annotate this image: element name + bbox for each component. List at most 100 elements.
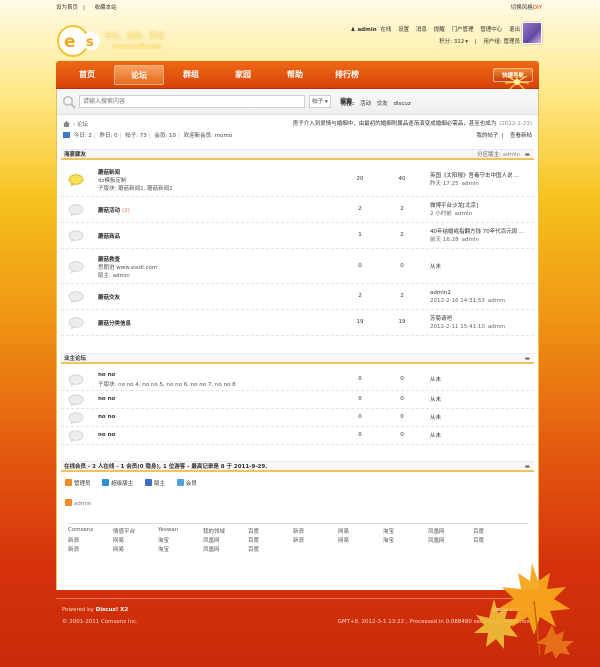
collapse-icon[interactable]: ▬ — [525, 462, 530, 473]
search-scope-select[interactable]: 帖子 ▾ — [309, 95, 331, 108]
friend-link[interactable]: 百度 — [473, 536, 518, 545]
user-link-portal-admin[interactable]: 门户管理 — [451, 27, 473, 33]
friend-link[interactable]: 凤凰网 — [203, 536, 248, 545]
online-user-name[interactable]: admin — [74, 501, 91, 507]
forum-name-link[interactable]: 蘑菇交友 — [98, 295, 120, 301]
friend-link[interactable]: 情感平台 — [113, 527, 158, 536]
forum-row[interactable]: 蘑菇活动 (2) 2 2 微博平台沙龙[北京] 2 小时前 admin — [61, 197, 534, 223]
last-post-title[interactable]: 从未 — [430, 432, 441, 440]
forum-last-post[interactable]: 从未 — [430, 376, 441, 384]
friend-link[interactable]: 百度 — [473, 527, 518, 536]
friend-link[interactable]: 我的领域 — [203, 527, 248, 536]
forum-title[interactable]: no no — [98, 432, 115, 438]
forum-subforums[interactable]: 子版块: no no 4, no no 5, no no 6, no no 7,… — [98, 380, 236, 388]
forum-row[interactable]: no no 子版块: no no 4, no no 5, no no 6, no … — [61, 368, 534, 391]
home-icon[interactable] — [63, 121, 70, 127]
forum-title[interactable]: no no — [98, 396, 115, 402]
forum-row[interactable]: 蘑菇商品 1 2 40年结婚戒指翻方钱 70年代百元周 ... 前天 16:28 admi… — [61, 223, 534, 249]
credits-link[interactable]: 积分: 312 — [439, 39, 464, 45]
friend-link[interactable]: 新浪 — [68, 536, 113, 545]
friend-link[interactable]: 百度 — [248, 536, 293, 545]
forum-row[interactable]: no no 0 0 从未 — [61, 427, 534, 445]
last-post-title[interactable]: 从未 — [430, 376, 441, 384]
nav-item-help[interactable]: 帮助 — [270, 65, 320, 85]
collapse-icon[interactable]: ▬ — [525, 354, 530, 365]
forum-subforums[interactable]: 子版块: 蘑菇新闻1, 蘑菇新闻2 — [98, 184, 173, 192]
user-link-messages[interactable]: 消息 — [416, 27, 427, 33]
friend-link[interactable]: 百度 — [248, 545, 293, 554]
last-post-title[interactable]: admin2 — [430, 289, 505, 297]
forum-title[interactable]: 蘑菇活动 (2) — [98, 206, 130, 214]
user-link-admin-center[interactable]: 管理中心 — [480, 27, 502, 33]
forum-last-post[interactable]: 从未 — [430, 414, 441, 422]
forum-title[interactable]: 蘑菇商品 — [98, 232, 120, 240]
my-posts-link[interactable]: 我的帖子 — [476, 133, 498, 139]
last-post-user[interactable]: admin — [462, 237, 479, 243]
friend-link[interactable]: 淘宝 — [383, 527, 428, 536]
hot-search-link[interactable]: discuz — [393, 101, 410, 107]
friend-link[interactable]: 凤凰网 — [203, 545, 248, 554]
forum-title[interactable]: 蘑菇新闻 — [98, 168, 120, 176]
forum-row[interactable]: no no 0 0 从未 — [61, 391, 534, 409]
search-input[interactable] — [79, 95, 305, 108]
last-post-title[interactable]: 从未 — [430, 263, 441, 271]
forum-title[interactable]: 蘑菇救查 — [98, 255, 120, 263]
friend-link[interactable]: 淘宝 — [158, 545, 203, 554]
last-post-user[interactable]: admin — [455, 211, 472, 217]
forum-name-link[interactable]: no no — [98, 432, 115, 438]
hot-search-link[interactable]: 活动 — [360, 101, 371, 107]
forum-name-link[interactable]: no no — [98, 396, 115, 402]
friend-link[interactable]: 百度 — [248, 527, 293, 536]
nav-item-groups[interactable]: 群组 — [166, 65, 216, 85]
forum-name-link[interactable]: 蘑菇分类信息 — [98, 321, 131, 327]
bookmark-link[interactable]: 收藏本站 — [95, 5, 117, 11]
nav-item-ranking[interactable]: 排行榜 — [322, 65, 372, 85]
forum-row[interactable]: 蘑菇新闻 dz模板定制 子版块: 蘑菇新闻1, 蘑菇新闻2 20 40 英国《太阳报》吾毒… — [61, 162, 534, 197]
online-user[interactable]: admin — [65, 499, 91, 507]
last-post-title[interactable]: 微博平台沙龙[北京] — [430, 202, 478, 210]
last-post-title[interactable]: 从未 — [430, 414, 441, 422]
user-link-logout[interactable]: 退出 — [509, 27, 520, 33]
forum-last-post[interactable]: 从未 — [430, 432, 441, 440]
friend-link[interactable]: 网易 — [338, 527, 383, 536]
new-member-link[interactable]: momo — [215, 133, 232, 139]
user-link-settings[interactable]: 设置 — [398, 27, 409, 33]
forum-row[interactable]: 蘑菇交友 2 2 admin2 2012-2-16 14:31:53 admin — [61, 284, 534, 310]
nav-item-forum[interactable]: 论坛 — [114, 65, 164, 85]
hot-search-link[interactable]: 交友 — [377, 101, 388, 107]
forum-name-link[interactable]: 蘑菇活动 — [98, 208, 120, 214]
style-switch[interactable]: 切换风格DIY — [511, 3, 542, 11]
forum-name-link[interactable]: no no — [98, 372, 115, 378]
friend-link[interactable]: 凤凰网 — [428, 536, 473, 545]
last-post-user[interactable]: admin — [488, 324, 505, 330]
nav-item-home[interactable]: 首页 — [62, 65, 112, 85]
forum-row[interactable]: 蘑菇分类信息 19 19 苏菊请吧 2012-2-11 15:41:10 admin — [61, 310, 534, 336]
friend-link[interactable]: 网易 — [338, 536, 383, 545]
forum-subforums[interactable]: 版主: admin — [98, 271, 130, 279]
friend-link[interactable]: 网易 — [113, 536, 158, 545]
forum-title[interactable]: no no — [98, 372, 115, 378]
forum-row[interactable]: 蘑菇救查 思朗进 www.eisdl.com 版主: admin 0 0 从未 — [61, 249, 534, 284]
last-post-title[interactable]: 40年结婚戒指翻方钱 70年代百元周 ... — [430, 228, 524, 236]
breadcrumb-current[interactable]: 论坛 — [77, 122, 88, 128]
friend-link[interactable]: 网易 — [113, 545, 158, 554]
forum-name-link[interactable]: no no — [98, 414, 115, 420]
username-link[interactable]: admin — [357, 27, 376, 33]
forum-title[interactable]: 蘑菇交友 — [98, 293, 120, 301]
view-new-posts-link[interactable]: 查看新帖 — [510, 133, 532, 139]
forum-row[interactable]: no no 0 0 从未 — [61, 409, 534, 427]
last-post-title[interactable]: 从未 — [430, 396, 441, 404]
forum-group-title[interactable]: 业主论坛 — [64, 356, 86, 362]
forum-title[interactable]: no no — [98, 414, 115, 420]
forum-last-post[interactable]: 40年结婚戒指翻方钱 70年代百元周 ... 前天 16:28 admin — [430, 228, 524, 244]
chevron-down-icon[interactable]: ▾ — [465, 39, 468, 45]
friend-link[interactable]: 凤凰网 — [428, 527, 473, 536]
friend-link[interactable]: 淘宝 — [383, 536, 428, 545]
announcement-text[interactable]: 房子介入到爱情与婚姻中，由最初的婚姻附属品逐渐演变成婚姻必需品，甚至也成为 — [293, 121, 497, 127]
forum-last-post[interactable]: 从未 — [430, 263, 441, 271]
friend-link[interactable]: Yeswan — [158, 527, 203, 536]
last-post-user[interactable]: admin — [488, 298, 505, 304]
friend-link[interactable]: Comsenz — [68, 527, 113, 536]
usergroup-link[interactable]: 用户组: 管理员 — [483, 39, 520, 45]
forum-last-post[interactable]: 从未 — [430, 396, 441, 404]
